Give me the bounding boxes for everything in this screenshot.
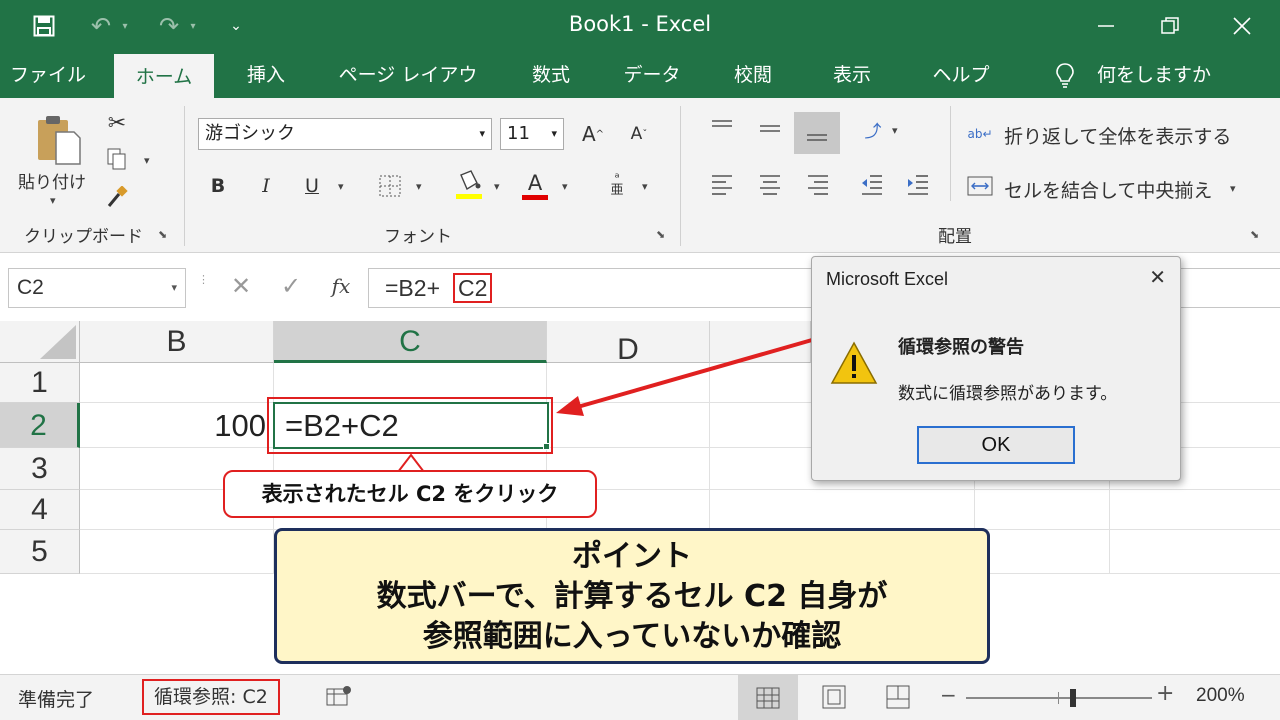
- dialog-message: 数式に循環参照があります。: [898, 384, 1118, 404]
- zoom-slider-center-mark: [1058, 692, 1059, 704]
- status-circular-reference[interactable]: 循環参照: C2: [142, 679, 280, 715]
- zoom-slider-thumb[interactable]: [1070, 689, 1076, 707]
- zoom-out-button[interactable]: −: [940, 683, 957, 707]
- point-title: ポイント: [572, 539, 692, 574]
- warning-icon: [830, 341, 878, 385]
- status-bar: 準備完了 循環参照: C2 − + 200%: [0, 674, 1280, 720]
- point-note: ポイント 数式バーで、計算するセル C2 自身が 参照範囲に入っていないか確認: [274, 528, 990, 664]
- page-layout-view-icon[interactable]: [822, 685, 848, 711]
- point-line-2: 参照範囲に入っていないか確認: [422, 619, 842, 654]
- status-ready: 準備完了: [18, 689, 95, 711]
- dialog-close-icon[interactable]: ✕: [1149, 265, 1166, 289]
- circular-reference-dialog: Microsoft Excel ✕ 循環参照の警告 数式に循環参照があります。 …: [811, 256, 1181, 481]
- page-break-view-icon[interactable]: [886, 685, 912, 711]
- dialog-title: Microsoft Excel: [826, 269, 949, 289]
- click-hint-callout: 表示されたセル C2 をクリック: [223, 470, 597, 518]
- zoom-slider[interactable]: [966, 689, 1152, 707]
- point-line-1: 数式バーで、計算するセル C2 自身が: [376, 579, 888, 614]
- accessibility-icon[interactable]: [326, 685, 352, 711]
- zoom-level[interactable]: 200%: [1196, 685, 1245, 707]
- dialog-ok-button[interactable]: OK: [917, 426, 1075, 464]
- normal-view-icon[interactable]: [738, 675, 798, 720]
- dialog-heading: 循環参照の警告: [898, 337, 1024, 358]
- zoom-in-button[interactable]: +: [1156, 681, 1174, 706]
